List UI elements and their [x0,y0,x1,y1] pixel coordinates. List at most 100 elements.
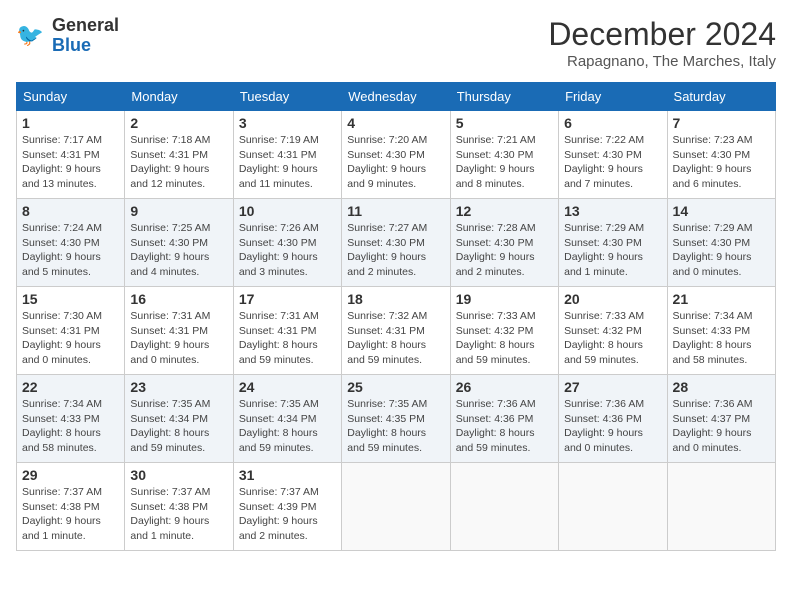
day-number: 12 [456,203,553,219]
page-header: 🐦 General Blue December 2024 Rapagnano, … [16,16,776,70]
day-number: 6 [564,115,661,131]
day-info: Sunrise: 7:35 AM Sunset: 4:35 PM Dayligh… [347,397,444,456]
day-number: 14 [673,203,770,219]
logo: 🐦 General Blue [16,16,119,56]
header-monday: Monday [125,83,233,111]
day-info: Sunrise: 7:36 AM Sunset: 4:37 PM Dayligh… [673,397,770,456]
day-info: Sunrise: 7:26 AM Sunset: 4:30 PM Dayligh… [239,221,336,280]
day-number: 28 [673,379,770,395]
calendar-week-row: 15Sunrise: 7:30 AM Sunset: 4:31 PM Dayli… [17,287,776,375]
calendar-week-row: 22Sunrise: 7:34 AM Sunset: 4:33 PM Dayli… [17,375,776,463]
day-info: Sunrise: 7:18 AM Sunset: 4:31 PM Dayligh… [130,133,227,192]
location: Rapagnano, The Marches, Italy [548,53,776,70]
table-row: 8 Sunrise: 7:24 AM Sunset: 4:30 PM Daylig… [17,199,125,287]
table-row: 10Sunrise: 7:26 AM Sunset: 4:30 PM Dayli… [233,199,341,287]
day-info: Sunrise: 7:22 AM Sunset: 4:30 PM Dayligh… [564,133,661,192]
title-block: December 2024 Rapagnano, The Marches, It… [548,16,776,70]
day-number: 17 [239,291,336,307]
day-info: Sunrise: 7:31 AM Sunset: 4:31 PM Dayligh… [130,309,227,368]
calendar-table: Sunday Monday Tuesday Wednesday Thursday… [16,82,776,551]
day-info: Sunrise: 7:28 AM Sunset: 4:30 PM Dayligh… [456,221,553,280]
day-info: Sunrise: 7:37 AM Sunset: 4:39 PM Dayligh… [239,485,336,544]
table-row: 30 Sunrise: 7:37 AM Sunset: 4:38 PM Dayli… [125,463,233,551]
table-row: 25 Sunrise: 7:35 AM Sunset: 4:35 PM Dayli… [342,375,450,463]
table-row [342,463,450,551]
day-info: Sunrise: 7:29 AM Sunset: 4:30 PM Dayligh… [564,221,661,280]
day-info: Sunrise: 7:25 AM Sunset: 4:30 PM Dayligh… [130,221,227,280]
table-row: 23 Sunrise: 7:35 AM Sunset: 4:34 PM Dayli… [125,375,233,463]
day-info: Sunrise: 7:36 AM Sunset: 4:36 PM Dayligh… [456,397,553,456]
table-row: 4 Sunrise: 7:20 AM Sunset: 4:30 PM Daylig… [342,111,450,199]
table-row: 1 Sunrise: 7:17 AM Sunset: 4:31 PM Daylig… [17,111,125,199]
table-row: 11Sunrise: 7:27 AM Sunset: 4:30 PM Dayli… [342,199,450,287]
table-row: 3 Sunrise: 7:19 AM Sunset: 4:31 PM Daylig… [233,111,341,199]
table-row: 17 Sunrise: 7:31 AM Sunset: 4:31 PM Dayli… [233,287,341,375]
day-number: 1 [22,115,119,131]
day-info: Sunrise: 7:37 AM Sunset: 4:38 PM Dayligh… [130,485,227,544]
day-number: 26 [456,379,553,395]
table-row: 18 Sunrise: 7:32 AM Sunset: 4:31 PM Dayli… [342,287,450,375]
table-row: 31 Sunrise: 7:37 AM Sunset: 4:39 PM Dayli… [233,463,341,551]
table-row [667,463,775,551]
day-info: Sunrise: 7:23 AM Sunset: 4:30 PM Dayligh… [673,133,770,192]
day-number: 18 [347,291,444,307]
day-info: Sunrise: 7:27 AM Sunset: 4:30 PM Dayligh… [347,221,444,280]
table-row: 26 Sunrise: 7:36 AM Sunset: 4:36 PM Dayli… [450,375,558,463]
day-number: 13 [564,203,661,219]
day-number: 23 [130,379,227,395]
table-row: 9 Sunrise: 7:25 AM Sunset: 4:30 PM Daylig… [125,199,233,287]
day-info: Sunrise: 7:37 AM Sunset: 4:38 PM Dayligh… [22,485,119,544]
day-info: Sunrise: 7:29 AM Sunset: 4:30 PM Dayligh… [673,221,770,280]
table-row: 15Sunrise: 7:30 AM Sunset: 4:31 PM Dayli… [17,287,125,375]
table-row: 28 Sunrise: 7:36 AM Sunset: 4:37 PM Dayli… [667,375,775,463]
table-row: 20Sunrise: 7:33 AM Sunset: 4:32 PM Dayli… [559,287,667,375]
header-thursday: Thursday [450,83,558,111]
day-info: Sunrise: 7:35 AM Sunset: 4:34 PM Dayligh… [130,397,227,456]
day-number: 20 [564,291,661,307]
calendar-header-row: Sunday Monday Tuesday Wednesday Thursday… [17,83,776,111]
header-wednesday: Wednesday [342,83,450,111]
table-row: 19Sunrise: 7:33 AM Sunset: 4:32 PM Dayli… [450,287,558,375]
day-info: Sunrise: 7:34 AM Sunset: 4:33 PM Dayligh… [673,309,770,368]
table-row: 12 Sunrise: 7:28 AM Sunset: 4:30 PM Dayli… [450,199,558,287]
header-saturday: Saturday [667,83,775,111]
day-info: Sunrise: 7:21 AM Sunset: 4:30 PM Dayligh… [456,133,553,192]
month-title: December 2024 [548,16,776,53]
table-row: 7 Sunrise: 7:23 AM Sunset: 4:30 PM Daylig… [667,111,775,199]
table-row: 22Sunrise: 7:34 AM Sunset: 4:33 PM Dayli… [17,375,125,463]
calendar-week-row: 29 Sunrise: 7:37 AM Sunset: 4:38 PM Dayli… [17,463,776,551]
header-tuesday: Tuesday [233,83,341,111]
svg-text:🐦: 🐦 [16,22,44,47]
day-number: 3 [239,115,336,131]
header-friday: Friday [559,83,667,111]
day-number: 7 [673,115,770,131]
header-sunday: Sunday [17,83,125,111]
table-row: 2 Sunrise: 7:18 AM Sunset: 4:31 PM Daylig… [125,111,233,199]
calendar-week-row: 1 Sunrise: 7:17 AM Sunset: 4:31 PM Daylig… [17,111,776,199]
day-number: 27 [564,379,661,395]
day-number: 4 [347,115,444,131]
calendar-week-row: 8 Sunrise: 7:24 AM Sunset: 4:30 PM Daylig… [17,199,776,287]
day-info: Sunrise: 7:30 AM Sunset: 4:31 PM Dayligh… [22,309,119,368]
day-info: Sunrise: 7:34 AM Sunset: 4:33 PM Dayligh… [22,397,119,456]
logo-text: General Blue [52,16,119,56]
day-number: 9 [130,203,227,219]
day-info: Sunrise: 7:31 AM Sunset: 4:31 PM Dayligh… [239,309,336,368]
day-info: Sunrise: 7:19 AM Sunset: 4:31 PM Dayligh… [239,133,336,192]
day-number: 31 [239,467,336,483]
day-info: Sunrise: 7:20 AM Sunset: 4:30 PM Dayligh… [347,133,444,192]
day-number: 8 [22,203,119,219]
day-info: Sunrise: 7:32 AM Sunset: 4:31 PM Dayligh… [347,309,444,368]
day-number: 2 [130,115,227,131]
day-number: 29 [22,467,119,483]
day-info: Sunrise: 7:17 AM Sunset: 4:31 PM Dayligh… [22,133,119,192]
day-number: 30 [130,467,227,483]
table-row: 24Sunrise: 7:35 AM Sunset: 4:34 PM Dayli… [233,375,341,463]
day-number: 25 [347,379,444,395]
day-number: 19 [456,291,553,307]
table-row: 13 Sunrise: 7:29 AM Sunset: 4:30 PM Dayli… [559,199,667,287]
day-info: Sunrise: 7:24 AM Sunset: 4:30 PM Dayligh… [22,221,119,280]
day-info: Sunrise: 7:35 AM Sunset: 4:34 PM Dayligh… [239,397,336,456]
table-row: 6 Sunrise: 7:22 AM Sunset: 4:30 PM Daylig… [559,111,667,199]
day-number: 5 [456,115,553,131]
